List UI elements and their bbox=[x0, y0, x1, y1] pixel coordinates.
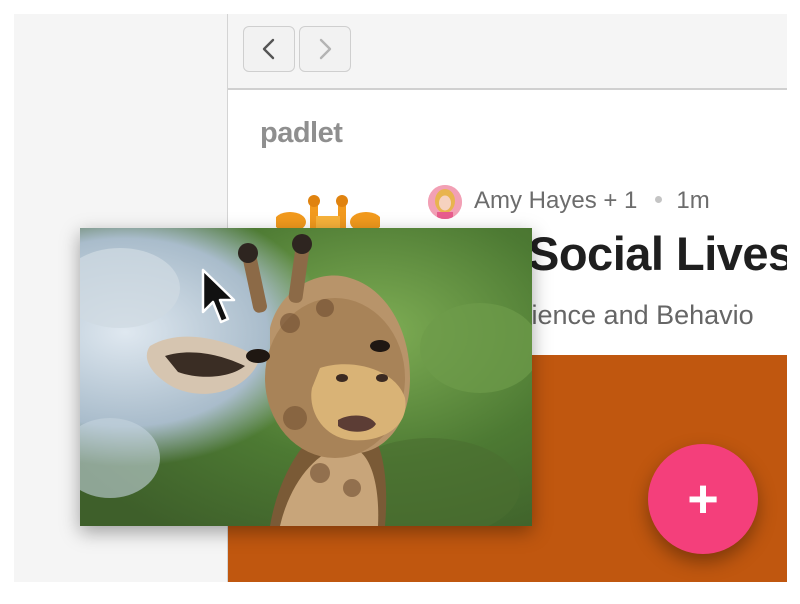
padlet-logo-text[interactable]: padlet bbox=[260, 117, 343, 150]
giraffe-photo bbox=[80, 228, 532, 526]
post-time: 1m bbox=[676, 187, 710, 214]
user-avatar-icon bbox=[428, 185, 462, 219]
post-meta: Amy Hayes + 1 1m bbox=[474, 187, 710, 215]
back-button[interactable] bbox=[243, 26, 295, 72]
mouse-cursor-icon bbox=[201, 268, 236, 324]
dragged-image-giraffe[interactable] bbox=[80, 228, 532, 526]
padlet-subtitle: cience and Behavio bbox=[518, 300, 754, 330]
add-post-button[interactable]: + bbox=[648, 444, 758, 554]
chevron-right-icon bbox=[319, 38, 332, 60]
forward-button[interactable] bbox=[299, 26, 351, 72]
padlet-title: Social Lives bbox=[528, 227, 787, 280]
avatar[interactable] bbox=[428, 185, 462, 219]
chevron-left-icon bbox=[262, 38, 275, 60]
separator-dot bbox=[655, 196, 663, 204]
author-name: Amy Hayes + 1 bbox=[474, 187, 638, 214]
browser-toolbar bbox=[228, 14, 787, 90]
